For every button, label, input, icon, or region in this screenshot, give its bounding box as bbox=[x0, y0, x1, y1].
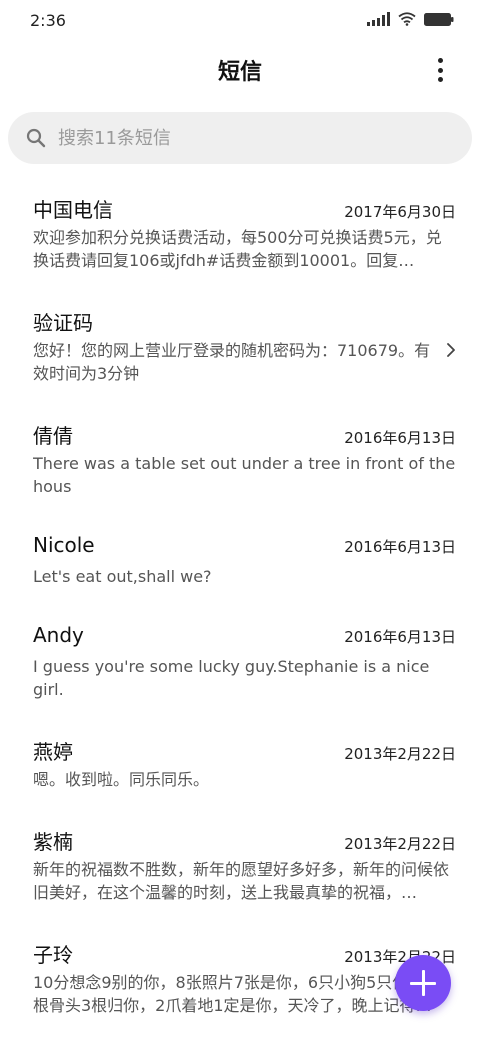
message-preview: 您好！您的网上营业厅登录的随机密码为：710679。有效时间为3分钟 bbox=[33, 341, 431, 383]
status-time: 2:36 bbox=[30, 11, 66, 30]
message-item[interactable]: Nicole 2016年6月13日 Let's eat out,shall we… bbox=[0, 519, 480, 609]
message-preview: Let's eat out,shall we? bbox=[33, 567, 212, 586]
message-item[interactable]: 验证码 您好！您的网上营业厅登录的随机密码为：710679。有效时间为3分钟 bbox=[0, 293, 480, 406]
app-header: 短信 bbox=[0, 40, 480, 100]
message-item[interactable]: Andy 2016年6月13日 I guess you're some luck… bbox=[0, 609, 480, 722]
chevron-right-icon bbox=[447, 343, 455, 357]
message-item[interactable]: 倩倩 2016年6月13日 There was a table set out … bbox=[0, 406, 480, 519]
message-date: 2013年2月22日 bbox=[344, 835, 456, 853]
message-date: 2013年2月22日 bbox=[344, 745, 456, 763]
message-item[interactable]: 中国电信 2017年6月30日 欢迎参加积分兑换话费活动，每500分可兑换话费5… bbox=[0, 180, 480, 293]
search-input[interactable] bbox=[58, 112, 458, 164]
message-preview: 欢迎参加积分兑换话费活动，每500分可兑换话费5元，兑换话费请回复106或jfd… bbox=[33, 228, 442, 270]
message-date: 2016年6月13日 bbox=[344, 429, 456, 447]
message-sender: Andy bbox=[33, 623, 84, 647]
message-date: 2016年6月13日 bbox=[344, 538, 456, 556]
message-sender: 中国电信 bbox=[33, 198, 113, 222]
battery-icon bbox=[424, 12, 454, 26]
more-dot-icon bbox=[437, 77, 443, 82]
status-bar: 2:36 bbox=[0, 0, 480, 40]
message-preview: 10分想念9别的你，8张照片7张是你，6只小狗5只像你，4根骨头3根归你，2爪着… bbox=[33, 973, 451, 1015]
message-date: 2017年6月30日 bbox=[344, 203, 456, 221]
message-preview: 新年的祝福数不胜数，新年的愿望好多好多，新年的问候依旧美好，在这个温馨的时刻，送… bbox=[33, 860, 450, 902]
more-dot-icon bbox=[437, 67, 443, 73]
signal-icon bbox=[367, 12, 390, 26]
status-icons bbox=[367, 12, 454, 26]
message-sender: 子玲 bbox=[33, 943, 73, 967]
new-message-button[interactable] bbox=[395, 955, 451, 1011]
page-title: 短信 bbox=[217, 60, 262, 85]
more-dot-icon bbox=[437, 58, 443, 63]
message-sender: 紫楠 bbox=[33, 830, 73, 854]
message-preview: There was a table set out under a tree i… bbox=[33, 454, 456, 496]
wifi-icon bbox=[398, 12, 416, 26]
search-icon bbox=[26, 128, 46, 148]
message-preview: I guess you're some lucky guy.Stephanie … bbox=[33, 657, 430, 699]
message-sender: 燕婷 bbox=[33, 740, 73, 764]
message-item[interactable]: 紫楠 2013年2月22日 新年的祝福数不胜数，新年的愿望好多好多，新年的问候依… bbox=[0, 812, 480, 925]
message-item[interactable]: 燕婷 2013年2月22日 嗯。收到啦。同乐同乐。 bbox=[0, 722, 480, 812]
message-preview: 嗯。收到啦。同乐同乐。 bbox=[33, 770, 210, 789]
message-sender: 验证码 bbox=[33, 311, 93, 335]
more-options-button[interactable] bbox=[428, 56, 452, 84]
message-date: 2016年6月13日 bbox=[344, 628, 456, 646]
message-list: 中国电信 2017年6月30日 欢迎参加积分兑换话费活动，每500分可兑换话费5… bbox=[0, 180, 480, 1038]
search-bar[interactable] bbox=[8, 112, 472, 164]
messages-screen: 2:36 短信 搜索11条短信 中国电信 2017年6月30日 欢迎参加积分兑换… bbox=[0, 0, 480, 1040]
message-sender: 倩倩 bbox=[33, 424, 73, 448]
message-sender: Nicole bbox=[33, 533, 95, 557]
